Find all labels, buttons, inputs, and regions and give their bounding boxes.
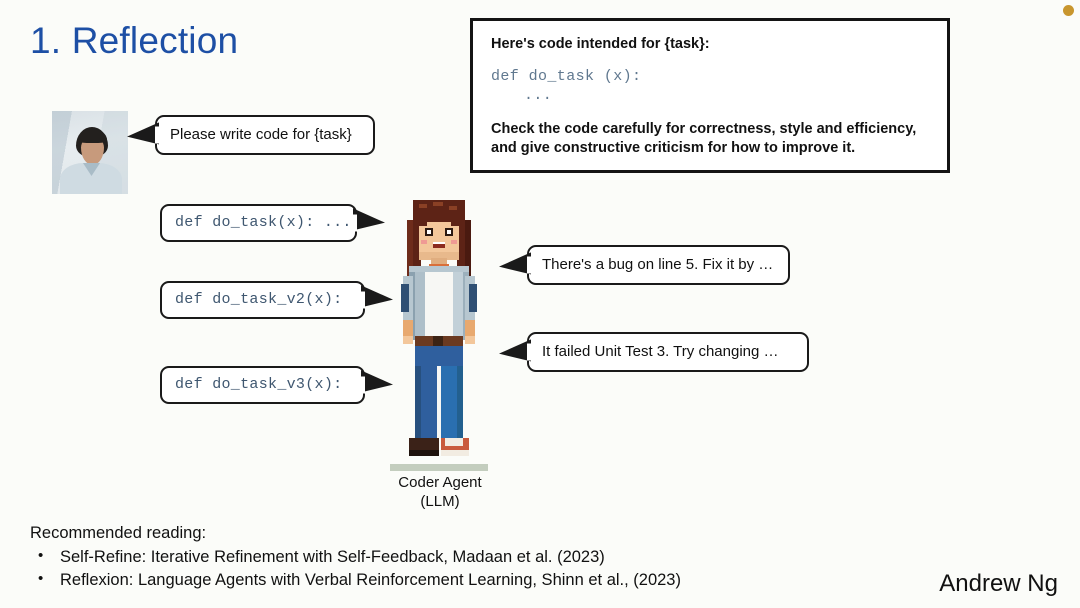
agent-caption: Coder Agent (LLM) (330, 474, 550, 512)
human-photo-avatar (52, 111, 128, 194)
coder-agent-sprite (393, 196, 485, 474)
human-request-bubble: Please write code for {task} (155, 115, 375, 155)
bubble-tail-mask (358, 376, 365, 394)
bubble-tail-mask (155, 126, 162, 144)
critique-bubble-2-text: It failed Unit Test 3. Try changing … (542, 342, 779, 360)
prompt-code-body: ... (524, 87, 553, 105)
slide-canvas: 1. Reflection Please write code for {tas… (0, 0, 1080, 608)
agent-caption-line-1: Coder Agent (398, 474, 482, 491)
author-signature: Andrew Ng (939, 570, 1058, 597)
human-request-text: Please write code for {task} (170, 125, 352, 143)
list-item: Self-Refine: Iterative Refinement with S… (30, 545, 830, 569)
bubble-tail-mask (527, 256, 534, 274)
corner-dot-icon (1063, 5, 1074, 16)
recommended-reading-list: Self-Refine: Iterative Refinement with S… (30, 545, 830, 593)
page-title: 1. Reflection (30, 20, 239, 61)
bubble-tail-mask (350, 214, 357, 232)
prompt-instruction-line-2: and give constructive criticism for how … (491, 140, 856, 157)
code-bubble-v1: def do_task(x): ... (160, 204, 357, 242)
recommended-reading-heading: Recommended reading: (30, 524, 207, 542)
prompt-code-block: def do_task (x): ... (491, 67, 931, 106)
code-bubble-v1-text: def do_task(x): ... (175, 213, 352, 231)
bubble-tail-mask (358, 291, 365, 309)
agent-caption-line-2: (LLM) (420, 492, 460, 510)
code-bubble-v2-text: def do_task_v2(x): (175, 290, 343, 308)
code-bubble-v3: def do_task_v3(x): (160, 366, 365, 404)
critique-bubble-1: There's a bug on line 5. Fix it by … (527, 245, 790, 285)
recommended-reading-section: Recommended reading: Self-Refine: Iterat… (30, 524, 830, 593)
coder-agent-svg (401, 200, 477, 456)
bubble-tail-mask (527, 343, 534, 361)
prompt-intro-text: Here's code intended for {task}: (491, 36, 710, 52)
prompt-code-signature: def do_task (x): (491, 67, 642, 85)
code-bubble-v3-text: def do_task_v3(x): (175, 375, 343, 393)
critique-bubble-2: It failed Unit Test 3. Try changing … (527, 332, 809, 372)
list-item: Reflexion: Language Agents with Verbal R… (30, 568, 830, 592)
critic-prompt-box: Here's code intended for {task}: def do_… (470, 18, 950, 173)
agent-ground-strip (390, 464, 488, 471)
critique-bubble-1-text: There's a bug on line 5. Fix it by … (542, 255, 774, 273)
prompt-instruction-line-1: Check the code carefully for correctness… (491, 120, 917, 137)
code-bubble-v2: def do_task_v2(x): (160, 281, 365, 319)
